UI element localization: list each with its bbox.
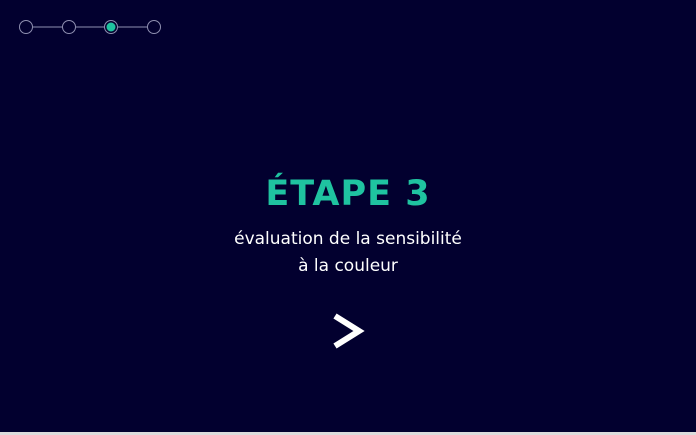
progress-stepper (19, 19, 164, 35)
step-dot-4 (147, 20, 161, 34)
step-dot-3-fill (106, 22, 116, 32)
step-dot-1 (19, 20, 33, 34)
step-intro-screen: ÉTAPE 3 évaluation de la sensibilité à l… (0, 0, 696, 432)
step-description-line-2: à la couleur (298, 256, 398, 276)
step-dot-2 (62, 20, 76, 34)
chevron-right-icon (333, 313, 365, 349)
step-description-line-1: évaluation de la sensibilité (234, 229, 462, 249)
step-title: ÉTAPE 3 (265, 174, 431, 214)
step-intro: ÉTAPE 3 évaluation de la sensibilité à l… (0, 172, 696, 280)
step-description: évaluation de la sensibilité à la couleu… (0, 226, 696, 280)
next-button[interactable] (327, 310, 367, 352)
